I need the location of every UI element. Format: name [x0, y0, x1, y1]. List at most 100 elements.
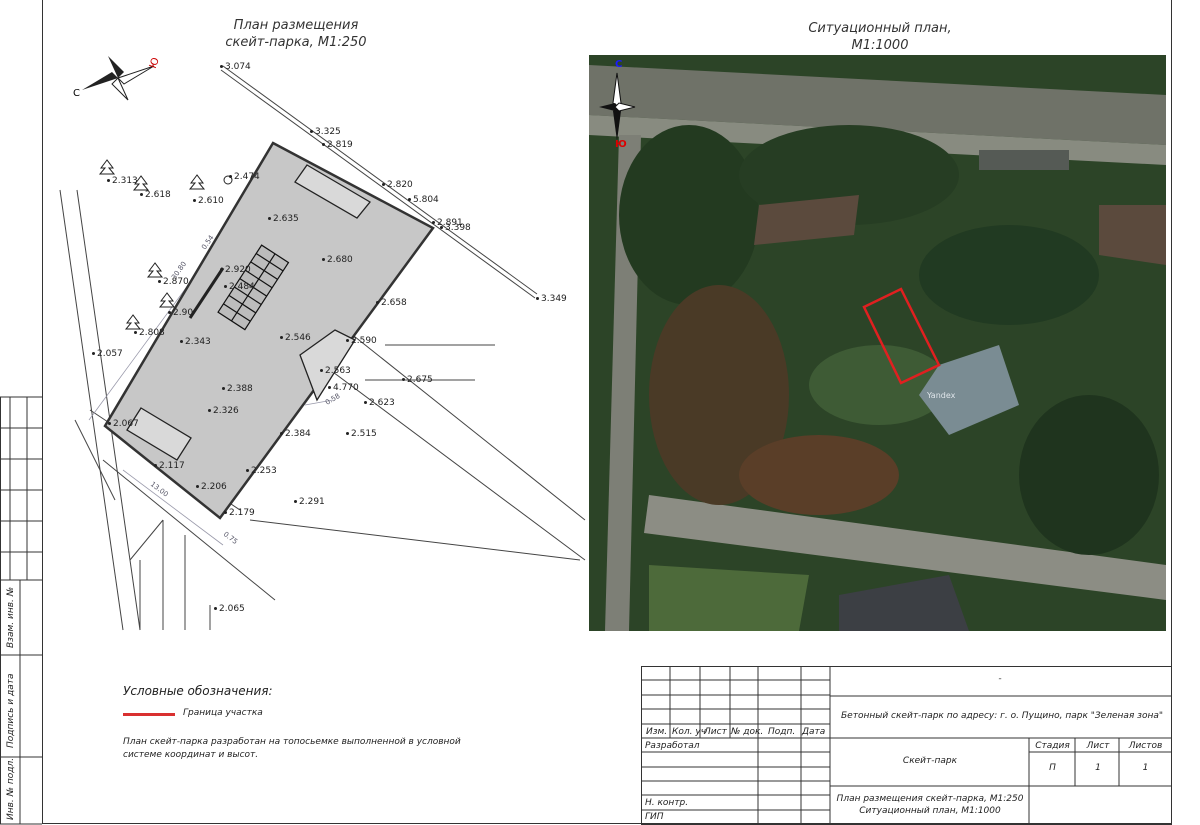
tb-drawing-title: План размещения скейт-парка, М1:250 Ситу…	[832, 793, 1028, 817]
elevation-label: 2.623	[364, 398, 395, 408]
survey-point-dot	[280, 432, 283, 435]
tb-drawing-title-line1: План размещения скейт-парка, М1:250	[836, 794, 1024, 804]
survey-point-dot	[346, 339, 349, 342]
tb-header-sign: Подп.	[768, 727, 796, 737]
tb-header-date: Дата	[802, 727, 826, 737]
dim-width: 13.00	[149, 480, 170, 498]
situation-map: С Ю Yandex	[589, 55, 1166, 631]
survey-point-dot	[193, 199, 196, 202]
elevation-label: 2.819	[322, 140, 353, 150]
survey-point-dot	[108, 422, 111, 425]
survey-point-dot	[140, 193, 143, 196]
elevation-label: 3.398	[440, 223, 471, 233]
elevation-label: 2.384	[280, 429, 311, 439]
survey-point-dot	[220, 65, 223, 68]
survey-point-dot	[168, 311, 171, 314]
survey-point-dot	[229, 175, 232, 178]
compass-north-label: С	[73, 88, 80, 99]
tb-header-izm: Изм.	[646, 727, 668, 737]
elevation-label: 2.067	[108, 419, 139, 429]
survey-point-dot	[222, 387, 225, 390]
elevation-label: 2.253	[246, 466, 277, 476]
survey-point-dot	[154, 464, 157, 467]
survey-point-dot	[224, 511, 227, 514]
survey-point-dot	[322, 258, 325, 261]
elevation-label: 4.770	[328, 383, 359, 393]
elevation-label: 3.074	[220, 62, 251, 72]
survey-point-dot	[346, 432, 349, 435]
site-plan-title-line1: План размещения	[233, 18, 359, 33]
tb-dash: -	[998, 674, 1002, 684]
elevation-label: 2.590	[346, 336, 377, 346]
survey-point-dot	[196, 485, 199, 488]
elevation-label: 5.804	[408, 195, 439, 205]
elevation-label: 2.90	[168, 308, 193, 318]
survey-point-dot	[310, 130, 313, 133]
elevation-label: 2.206	[196, 482, 227, 492]
elevation-label: 2.675	[402, 375, 433, 385]
legend-boundary-swatch	[123, 713, 175, 716]
tb-sheet-label: Лист	[1086, 741, 1110, 751]
elevation-label: 2.618	[140, 190, 171, 200]
elevation-label: 2.808	[134, 328, 165, 338]
elevation-label: 2.610	[193, 196, 224, 206]
tb-header-doc: № док.	[731, 727, 764, 737]
dim-offset-2: 0.75	[222, 530, 239, 546]
survey-point-dot	[220, 268, 223, 271]
elevation-label: 2.635	[268, 214, 299, 224]
survey-point-dot	[224, 285, 227, 288]
survey-point-dot	[107, 179, 110, 182]
tb-role-chief: ГИП	[645, 812, 664, 822]
compass-icon	[82, 56, 155, 101]
tb-header-list: Лист	[704, 727, 727, 737]
survey-point-dot	[402, 378, 405, 381]
map-compass-north: С	[615, 59, 623, 70]
elevation-label: 2.920	[220, 265, 251, 275]
side-cell-replace-inv: Взам. инв. №	[6, 586, 16, 648]
dim-offset-3: 0.58	[324, 392, 342, 407]
elevation-label: 2.291	[294, 497, 325, 507]
situation-plan-title-line1: Ситуационный план,	[808, 21, 952, 36]
survey-point-dot	[408, 198, 411, 201]
survey-point-dot	[92, 352, 95, 355]
situation-plan-title: Ситуационный план, М1:1000	[780, 20, 980, 54]
elevation-label: 2.388	[222, 384, 253, 394]
elevation-label: 2.057	[92, 349, 123, 359]
side-cell-orig-inv: Инв. № подл.	[6, 757, 16, 820]
elevation-label: 2.658	[376, 298, 407, 308]
tb-role-norm: Н. контр.	[645, 798, 689, 808]
survey-point-dot	[158, 280, 161, 283]
tb-object-name: Скейт-парк	[902, 756, 958, 766]
tb-drawing-title-line2: Ситуационный план, М1:1000	[859, 806, 1001, 816]
tb-project: Бетонный скейт-парк по адресу: г. о. Пущ…	[841, 711, 1163, 721]
survey-point-dot	[440, 226, 443, 229]
elevation-label: 2.343	[180, 337, 211, 347]
survey-point-dot	[180, 340, 183, 343]
tb-role-developed: Разработал	[645, 741, 700, 751]
elevation-label: 2.563	[320, 366, 351, 376]
survey-point-dot	[328, 386, 331, 389]
situation-plan-title-line2: М1:1000	[851, 38, 909, 53]
survey-point-dot	[536, 297, 539, 300]
survey-point-dot	[294, 500, 297, 503]
survey-point-dot	[246, 469, 249, 472]
side-cell-signature-date: Подпись и дата	[6, 673, 16, 748]
elevation-label: 2.680	[322, 255, 353, 265]
map-compass-south: Ю	[615, 139, 627, 150]
tb-stage-value: П	[1049, 763, 1056, 773]
survey-point-dot	[322, 143, 325, 146]
tb-header-kol: Кол. уч	[672, 727, 707, 737]
survey-point-dot	[432, 221, 435, 224]
tb-sheets-label: Листов	[1128, 741, 1163, 751]
elevation-label: 2.474	[229, 172, 260, 182]
survey-point-dot	[268, 217, 271, 220]
elevation-label: 2.313	[107, 176, 138, 186]
legend-boundary-label: Граница участка	[183, 708, 263, 718]
tb-sheets-value: 1	[1142, 763, 1149, 773]
elevation-label: 2.515	[346, 429, 377, 439]
elevation-label: 2.326	[208, 406, 239, 416]
elevation-label: 3.349	[536, 294, 567, 304]
elevation-label: 2.484	[224, 282, 255, 292]
compass-south-label: Ю	[148, 56, 162, 70]
survey-point-dot	[376, 301, 379, 304]
